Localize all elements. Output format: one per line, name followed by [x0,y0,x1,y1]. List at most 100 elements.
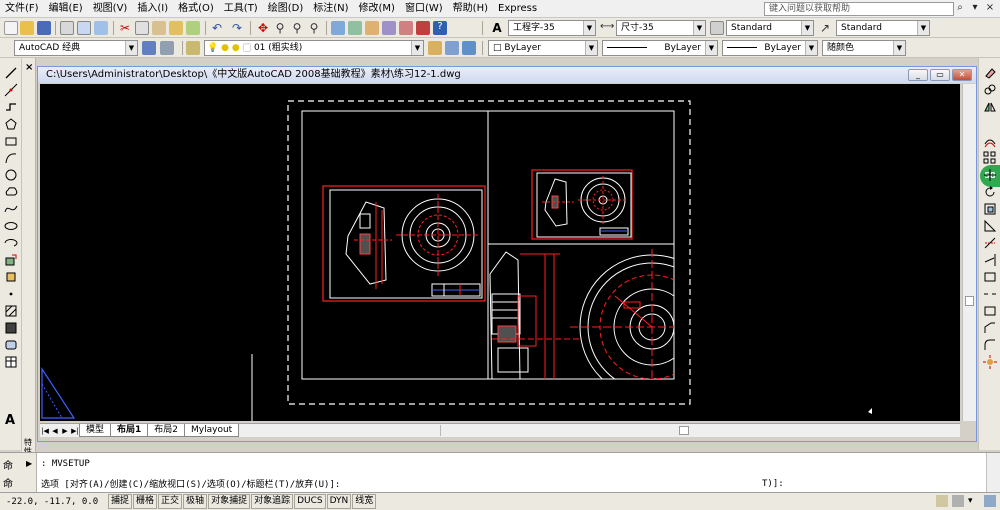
menu-express[interactable]: Express [493,0,542,18]
close-icon[interactable]: × [25,62,33,73]
menu-format[interactable]: 格式(O) [173,0,219,18]
break-icon[interactable] [983,287,997,301]
arc-icon[interactable] [4,151,18,165]
menu-draw[interactable]: 绘图(D) [263,0,309,18]
dim-style-icon[interactable]: ⟷ [600,21,614,35]
multileader-style-icon[interactable]: ↗ [818,21,832,35]
properties-icon[interactable] [331,21,345,35]
workspace-select[interactable]: AutoCAD 经典 ▼ [14,40,138,56]
zoom-window-icon[interactable]: ⚲ [290,21,304,35]
save-workspace-icon[interactable] [160,41,174,55]
tab-layout1[interactable]: 布局1 [110,424,149,437]
help-icon[interactable]: ? [433,21,447,35]
snap-toggle[interactable]: 捕捉 [108,494,133,509]
linetype-select[interactable]: ByLayer ▼ [602,40,718,56]
scale-icon[interactable] [983,202,997,216]
zoom-realtime-icon[interactable]: ⚲ [273,21,287,35]
circle-icon[interactable] [4,168,18,182]
clean-screen-icon[interactable] [984,495,996,507]
open-folder-icon[interactable] [20,21,34,35]
layer-states-icon[interactable] [462,41,476,55]
multileader-style-select[interactable]: Standard ▼ [836,20,930,36]
grid-toggle[interactable]: 栅格 [133,494,158,509]
make-current-layer-icon[interactable] [428,41,442,55]
undo-icon[interactable]: ↶ [210,21,224,35]
erase-icon[interactable] [983,66,997,80]
print-icon[interactable] [60,21,74,35]
construction-line-icon[interactable] [4,83,18,97]
explode-icon[interactable] [983,355,997,369]
offset-icon[interactable] [983,134,997,148]
lineweight-select[interactable]: ByLayer ▼ [722,40,818,56]
pan-icon[interactable]: ✥ [256,21,270,35]
dim-style-select[interactable]: 尺寸-35 ▼ [616,20,706,36]
menu-file[interactable]: 文件(F) [0,0,44,18]
table-icon[interactable] [4,355,18,369]
save-icon[interactable] [37,21,51,35]
plot-preview-icon[interactable] [77,21,91,35]
tray-settings-icon[interactable] [952,495,964,507]
expand-arrow-icon[interactable]: ▶ [26,459,32,468]
ortho-toggle[interactable]: 正交 [158,494,183,509]
text-style-select[interactable]: 工程字-35 ▼ [508,20,596,36]
rotate-icon[interactable] [983,185,997,199]
new-file-icon[interactable] [4,21,18,35]
layer-select[interactable]: 💡 ● ● ■ 01 (粗实线) ▼ [204,40,424,56]
match-properties-icon[interactable] [169,21,183,35]
ellipse-arc-icon[interactable] [4,236,18,250]
region-icon[interactable] [4,338,18,352]
close-icon[interactable]: × [984,1,996,15]
ellipse-icon[interactable] [4,219,18,233]
copy-icon[interactable] [135,21,149,35]
layer-previous-icon[interactable] [445,41,459,55]
tab-mylayout[interactable]: Mylayout [184,424,240,437]
extend-icon[interactable] [983,253,997,267]
drawing-canvas[interactable] [40,84,960,421]
vertical-scrollbar[interactable] [962,84,976,421]
menu-insert[interactable]: 插入(I) [132,0,173,18]
gradient-icon[interactable] [4,321,18,335]
tab-model[interactable]: 模型 [79,424,112,437]
point-icon[interactable] [4,287,18,301]
move-icon[interactable] [983,168,997,182]
plotstyle-select[interactable]: 随颜色 ▼ [822,40,906,56]
quickcalc-icon[interactable] [416,21,430,35]
ducs-toggle[interactable]: DUCS [294,494,326,509]
block-editor-icon[interactable] [186,21,200,35]
break-at-point-icon[interactable] [983,270,997,284]
comm-center-icon[interactable] [936,495,948,507]
revision-cloud-icon[interactable] [4,185,18,199]
chamfer-icon[interactable] [983,321,997,335]
osnap-toggle[interactable]: 对象捕捉 [208,494,251,509]
minimize-icon[interactable]: _ [908,69,928,81]
search-icon[interactable]: ⌕ [954,1,966,15]
design-center-icon[interactable] [348,21,362,35]
fillet-icon[interactable] [983,338,997,352]
menu-tools[interactable]: 工具(T) [219,0,263,18]
help-search-input[interactable]: 键入问题以获取帮助 [764,2,954,16]
first-tab-icon[interactable]: |◀ [40,427,50,435]
menu-view[interactable]: 视图(V) [88,0,133,18]
polyline-icon[interactable] [4,100,18,114]
otrack-toggle[interactable]: 对象追踪 [251,494,294,509]
cut-icon[interactable]: ✂ [118,21,132,35]
chevron-down-icon[interactable]: ▾ [969,1,981,15]
publish-icon[interactable] [94,21,108,35]
workspace-settings-icon[interactable] [142,41,156,55]
mirror-icon[interactable] [983,100,997,114]
menu-window[interactable]: 窗口(W) [400,0,448,18]
dyn-toggle[interactable]: DYN [326,494,352,509]
polar-toggle[interactable]: 极轴 [183,494,208,509]
menu-modify[interactable]: 修改(M) [354,0,400,18]
text-style-icon[interactable]: A [490,21,504,35]
command-scrollbar[interactable] [986,453,1000,493]
trim-icon[interactable] [983,236,997,250]
make-block-icon[interactable] [4,270,18,284]
tab-layout2[interactable]: 布局2 [147,424,186,437]
spline-icon[interactable] [4,202,18,216]
command-prompt-line[interactable]: 选项 [对齐(A)/创建(C)/缩放视口(S)/选项(O)/标题栏(T)/放弃(… [41,477,340,490]
prev-tab-icon[interactable]: ◀ [50,427,60,435]
horizontal-scrollbar[interactable] [440,425,950,436]
scroll-thumb[interactable] [679,426,689,435]
join-icon[interactable] [983,304,997,318]
